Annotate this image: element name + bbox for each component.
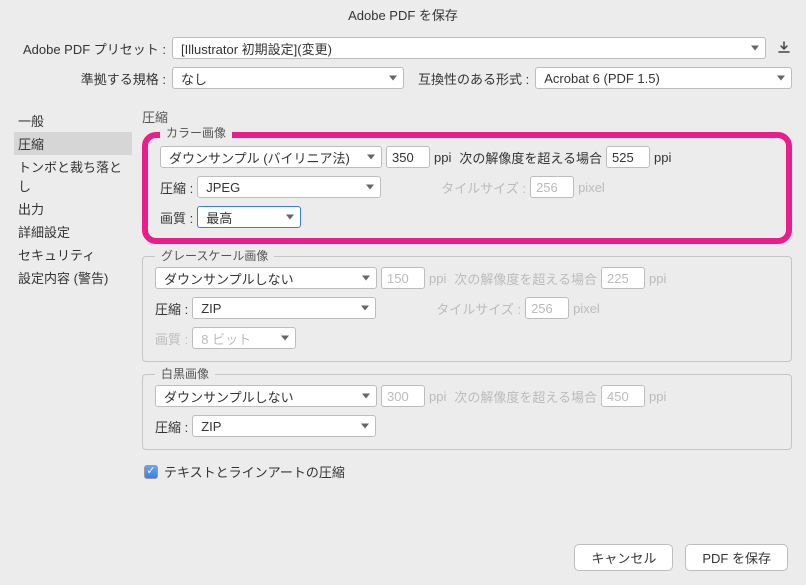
gray-tile-input: 256: [525, 297, 569, 319]
mono-exceed-label: 次の解像度を超える場合: [454, 387, 597, 406]
mono-ppi2-input: 450: [601, 385, 645, 407]
standard-select[interactable]: なし: [172, 67, 404, 89]
gray-ppi2-unit: ppi: [649, 271, 666, 286]
sidebar-item-security[interactable]: セキュリティ: [14, 243, 132, 266]
gray-tile-label: タイルサイズ :: [436, 299, 521, 318]
mono-ppi1-unit: ppi: [429, 389, 446, 404]
mono-ppi2-unit: ppi: [649, 389, 666, 404]
preset-label: Adobe PDF プリセット :: [14, 39, 166, 58]
color-tile-label: タイルサイズ :: [441, 178, 526, 197]
color-ppi1-unit: ppi: [434, 150, 451, 165]
sidebar: 一般 圧縮 トンボと裁ち落とし 出力 詳細設定 セキュリティ 設定内容 (警告): [14, 107, 132, 481]
cancel-button[interactable]: キャンセル: [574, 544, 673, 571]
top-controls: Adobe PDF プリセット : [Illustrator 初期設定](変更)…: [0, 29, 806, 107]
standard-label: 準拠する規格 :: [14, 69, 166, 88]
gray-tile-unit: pixel: [573, 301, 600, 316]
sidebar-item-marks[interactable]: トンボと裁ち落とし: [14, 155, 132, 197]
color-ppi1-input[interactable]: 350: [386, 146, 430, 168]
sidebar-item-compression[interactable]: 圧縮: [14, 132, 132, 155]
gray-compress-select[interactable]: ZIP: [192, 297, 376, 319]
color-compress-label: 圧縮 :: [160, 178, 193, 197]
text-lineart-checkbox[interactable]: ✓ テキストとラインアートの圧縮: [144, 462, 792, 481]
color-legend: カラー画像: [160, 124, 232, 141]
save-button[interactable]: PDF を保存: [685, 544, 788, 571]
color-downsample-value: ダウンサンプル (バイリニア法): [169, 148, 350, 167]
check-icon: ✓: [144, 465, 158, 479]
color-tile-input: 256: [530, 176, 574, 198]
gray-exceed-label: 次の解像度を超える場合: [454, 269, 597, 288]
text-lineart-label: テキストとラインアートの圧縮: [164, 462, 345, 481]
preset-value: [Illustrator 初期設定](変更): [181, 39, 332, 58]
mono-compress-label: 圧縮 :: [155, 417, 188, 436]
color-compress-select[interactable]: JPEG: [197, 176, 381, 198]
gray-quality-label: 画質 :: [155, 329, 188, 348]
compat-label: 互換性のある形式 :: [418, 69, 529, 88]
sidebar-item-general[interactable]: 一般: [14, 109, 132, 132]
sidebar-item-output[interactable]: 出力: [14, 197, 132, 220]
mono-ppi1-input: 300: [381, 385, 425, 407]
content-panel: 圧縮 カラー画像 ダウンサンプル (バイリニア法) 350 ppi 次の解像度を…: [132, 107, 792, 481]
color-ppi2-input[interactable]: 525: [606, 146, 650, 168]
gray-downsample-select[interactable]: ダウンサンプルしない: [155, 267, 377, 289]
mono-image-group: 白黒画像 ダウンサンプルしない 300 ppi 次の解像度を超える場合 450 …: [142, 374, 792, 450]
gray-ppi1-unit: ppi: [429, 271, 446, 286]
download-icon[interactable]: [776, 40, 792, 56]
page-title: 圧縮: [142, 107, 792, 126]
color-image-group: カラー画像 ダウンサンプル (バイリニア法) 350 ppi 次の解像度を超える…: [142, 132, 792, 244]
color-exceed-label: 次の解像度を超える場合: [459, 148, 602, 167]
color-quality-select[interactable]: 最高: [197, 206, 301, 228]
sidebar-item-advanced[interactable]: 詳細設定: [14, 220, 132, 243]
color-quality-label: 画質 :: [160, 208, 193, 227]
compat-select[interactable]: Acrobat 6 (PDF 1.5): [535, 67, 792, 89]
gray-legend: グレースケール画像: [155, 247, 274, 264]
gray-image-group: グレースケール画像 ダウンサンプルしない 150 ppi 次の解像度を超える場合…: [142, 256, 792, 362]
preset-select[interactable]: [Illustrator 初期設定](変更): [172, 37, 766, 59]
mono-downsample-select[interactable]: ダウンサンプルしない: [155, 385, 377, 407]
gray-ppi1-input: 150: [381, 267, 425, 289]
gray-ppi2-input: 225: [601, 267, 645, 289]
gray-quality-select: 8 ビット: [192, 327, 296, 349]
color-tile-unit: pixel: [578, 180, 605, 195]
mono-compress-select[interactable]: ZIP: [192, 415, 376, 437]
standard-value: なし: [181, 69, 207, 88]
window-title: Adobe PDF を保存: [0, 0, 806, 29]
color-ppi2-unit: ppi: [654, 150, 671, 165]
color-downsample-select[interactable]: ダウンサンプル (バイリニア法): [160, 146, 382, 168]
sidebar-item-summary[interactable]: 設定内容 (警告): [14, 266, 132, 289]
gray-compress-label: 圧縮 :: [155, 299, 188, 318]
compat-value: Acrobat 6 (PDF 1.5): [544, 71, 660, 86]
footer-buttons: キャンセル PDF を保存: [574, 544, 788, 571]
mono-legend: 白黒画像: [155, 365, 215, 382]
